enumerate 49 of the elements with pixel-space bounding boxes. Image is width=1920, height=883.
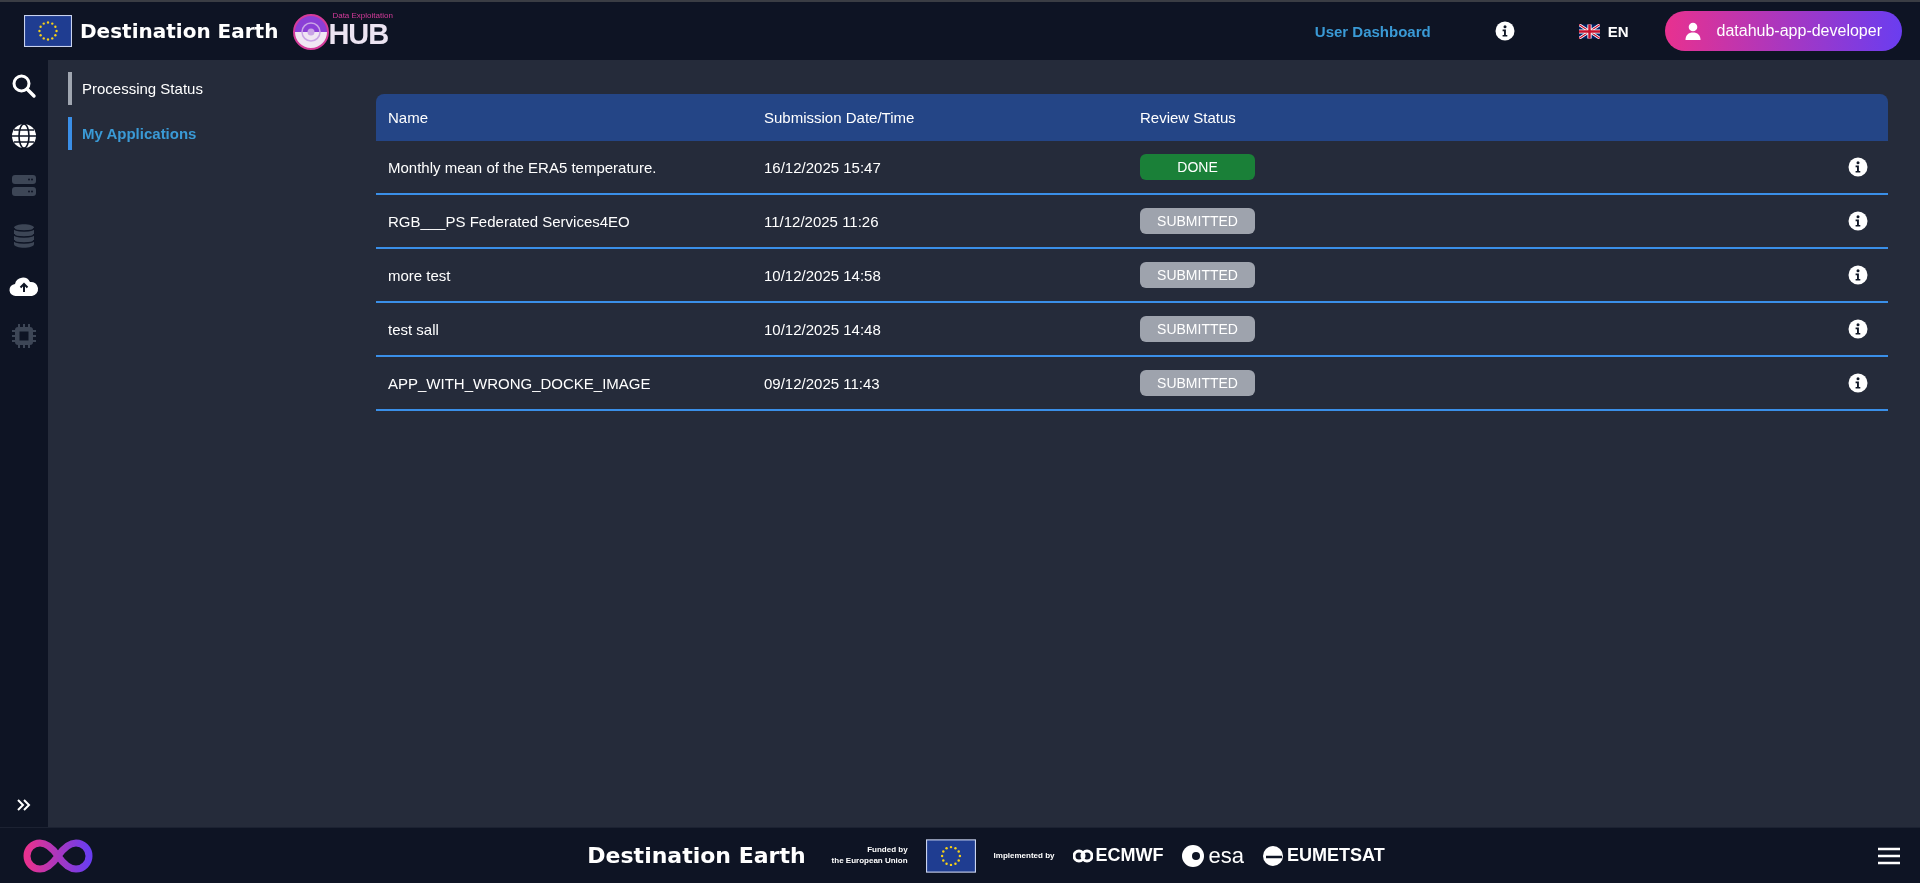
partner-name: esa: [1208, 842, 1244, 869]
status-badge: SUBMITTED: [1140, 316, 1255, 342]
expand-icon[interactable]: [17, 799, 31, 811]
table-cell-text: 10/12/2025 14:48: [763, 320, 882, 338]
eu-flag-icon: [925, 838, 976, 873]
info-icon[interactable]: [1494, 21, 1515, 41]
status-badge: DONE: [1140, 154, 1255, 180]
table-cell-text: RGB___PS Federated Services4EO: [387, 212, 631, 230]
info-icon[interactable]: [1848, 373, 1868, 393]
hub-caption: Data Exploitation: [332, 11, 393, 20]
implemented-by-text: Implemented by: [993, 851, 1055, 860]
menu-icon[interactable]: [1878, 846, 1900, 865]
table-cell-text: 16/12/2025 15:47: [763, 158, 882, 176]
partner-logo-icon: [1072, 848, 1093, 863]
user-icon: [1684, 22, 1701, 40]
table-cell-text: more test: [387, 266, 452, 284]
infinity-logo-icon: [22, 837, 94, 874]
language-label[interactable]: EN: [1607, 22, 1629, 40]
table-cell-text: 10/12/2025 14:58: [763, 266, 882, 284]
subnav-item[interactable]: Processing Status: [68, 72, 213, 105]
eu-flag-icon: [24, 15, 72, 47]
status-badge: SUBMITTED: [1140, 262, 1255, 288]
info-icon[interactable]: [1848, 265, 1868, 285]
info-icon[interactable]: [1848, 211, 1868, 231]
column-header: Review Status: [1139, 109, 1237, 126]
partner-name: ECMWF: [1095, 845, 1164, 866]
hub-title: HUB: [328, 20, 389, 49]
user-menu-button[interactable]: datahub-app-developer: [1664, 11, 1902, 51]
info-icon[interactable]: [1848, 157, 1868, 177]
table-cell-text: 11/12/2025 11:26: [763, 212, 880, 230]
funded-by-text: Funded by the European Union: [831, 845, 908, 866]
table-cell-text: test sall: [387, 320, 440, 338]
status-badge: SUBMITTED: [1140, 370, 1255, 396]
hub-logo-icon: [292, 13, 331, 51]
user-dashboard-link[interactable]: User Dashboard: [1314, 22, 1431, 40]
column-header: Submission Date/Time: [763, 109, 916, 126]
partner-name: EUMETSAT: [1286, 845, 1385, 866]
table-cell-text: Monthly mean of the ERA5 temperature.: [387, 158, 658, 176]
table-cell-text: 09/12/2025 11:43: [763, 374, 881, 392]
column-header: Name: [387, 109, 429, 126]
info-icon[interactable]: [1848, 319, 1868, 339]
footer-brand: Destination Earth: [587, 843, 806, 868]
table-cell-text: APP_WITH_WRONG_DOCKE_IMAGE: [387, 374, 652, 392]
partner-logo-icon: [1181, 843, 1206, 868]
partner-logo-icon: [1261, 844, 1284, 867]
brand-title: Destination Earth: [80, 19, 279, 43]
subnav-item[interactable]: My Applications: [68, 117, 207, 150]
status-badge: SUBMITTED: [1140, 208, 1255, 234]
uk-flag-icon: [1578, 23, 1600, 39]
